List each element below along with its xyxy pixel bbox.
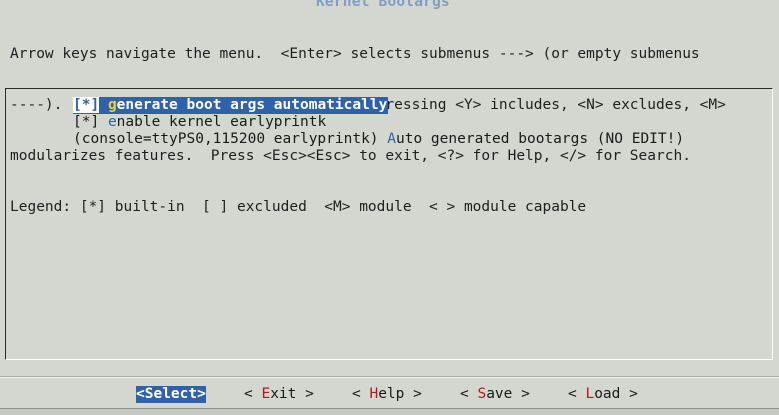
save-button[interactable]: < Save > bbox=[460, 386, 530, 403]
button-label: oad bbox=[594, 386, 621, 402]
checkbox-generate-boot-args[interactable]: [*] bbox=[73, 97, 100, 113]
help-button[interactable]: < Help > bbox=[352, 386, 422, 403]
button-bracket: < bbox=[244, 386, 262, 402]
button-hotkey: E bbox=[261, 386, 271, 402]
menu-item-generate-boot-args[interactable]: [*] generate boot args automatically bbox=[73, 97, 389, 114]
menu-item-auto-bootargs[interactable]: (console=ttyPS0,115200 earlyprintk) Auto… bbox=[73, 131, 684, 148]
separator bbox=[0, 376, 779, 378]
button-bracket: < bbox=[460, 386, 478, 402]
button-label: elect bbox=[153, 386, 198, 402]
button-bracket: > bbox=[197, 386, 206, 402]
button-bracket: > bbox=[404, 386, 422, 402]
button-label: elp bbox=[378, 386, 405, 402]
button-hotkey: L bbox=[585, 386, 595, 402]
exit-button[interactable]: < Exit > bbox=[244, 386, 314, 403]
menu-item-label: enerate boot args automatically bbox=[116, 97, 388, 113]
select-button[interactable]: <Select> bbox=[136, 386, 206, 403]
bootargs-value: (console=ttyPS0,115200 earlyprintk) bbox=[73, 131, 379, 147]
button-bracket: < bbox=[568, 386, 586, 402]
load-button[interactable]: < Load > bbox=[568, 386, 638, 403]
menu-item-enable-earlyprintk[interactable]: [*] enable kernel earlyprintk bbox=[73, 114, 326, 131]
button-bracket: < bbox=[352, 386, 370, 402]
button-bracket: > bbox=[296, 386, 314, 402]
button-bracket: < bbox=[136, 386, 145, 402]
button-hotkey: S bbox=[477, 386, 487, 402]
menu-item-label: nable kernel earlyprintk bbox=[116, 114, 327, 130]
menu-item-hotkey: e bbox=[107, 114, 117, 130]
menu-item-hotkey: A bbox=[387, 131, 397, 147]
button-bracket: > bbox=[512, 386, 530, 402]
menu-item-hotkey: g bbox=[107, 97, 117, 113]
button-bracket: > bbox=[620, 386, 638, 402]
help-line: Arrow keys navigate the menu. <Enter> se… bbox=[10, 46, 700, 62]
checkbox-enable-earlyprintk[interactable]: [*] bbox=[73, 114, 99, 130]
button-label: ave bbox=[486, 386, 513, 402]
menu-item-label: uto generated bootargs (NO EDIT!) bbox=[396, 131, 685, 147]
button-hotkey: H bbox=[369, 386, 379, 402]
window-title: Kernel Bootargs bbox=[316, 0, 450, 10]
button-label: xit bbox=[270, 386, 297, 402]
